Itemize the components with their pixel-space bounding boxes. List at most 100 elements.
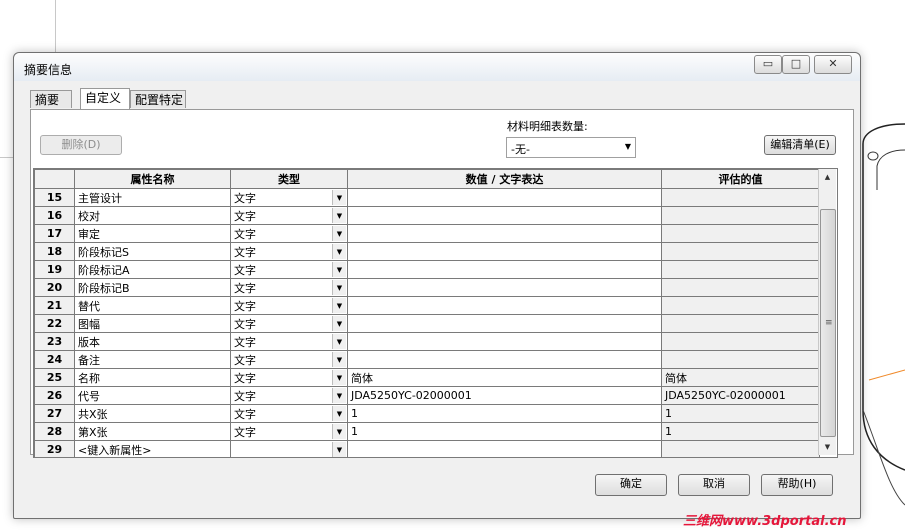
value-expression-cell[interactable]: 简体: [347, 368, 662, 387]
table-row[interactable]: 19 阶段标记A 文字 ▼: [34, 260, 820, 279]
property-name-cell[interactable]: 阶段标记S: [74, 242, 231, 261]
type-cell[interactable]: 文字 ▼: [230, 404, 348, 423]
type-cell[interactable]: 文字 ▼: [230, 278, 348, 297]
value-expression-cell[interactable]: 1: [347, 404, 662, 423]
value-expression-cell[interactable]: [347, 278, 662, 297]
header-type[interactable]: 类型: [230, 169, 348, 189]
chevron-down-icon[interactable]: ▼: [332, 208, 346, 223]
edit-list-button[interactable]: 编辑清单(E): [764, 135, 836, 155]
chevron-down-icon[interactable]: ▼: [332, 352, 346, 367]
type-cell[interactable]: 文字 ▼: [230, 386, 348, 405]
type-cell[interactable]: 文字 ▼: [230, 296, 348, 315]
header-corner[interactable]: [34, 169, 75, 189]
chevron-down-icon[interactable]: ▼: [332, 442, 346, 457]
chevron-down-icon[interactable]: ▼: [332, 226, 346, 241]
scroll-up-arrow-icon[interactable]: ▲: [819, 169, 836, 185]
chevron-down-icon[interactable]: ▼: [332, 424, 346, 439]
bom-quantity-select[interactable]: -无- ▼: [506, 137, 636, 158]
value-expression-cell[interactable]: [347, 224, 662, 243]
table-row[interactable]: 17 审定 文字 ▼: [34, 224, 820, 243]
type-cell[interactable]: 文字 ▼: [230, 242, 348, 261]
table-row[interactable]: 26 代号 文字 ▼ JDA5250YC-02000001 JDA5250YC-02000…: [34, 386, 820, 405]
property-name-cell[interactable]: 备注: [74, 350, 231, 369]
chevron-down-icon[interactable]: ▼: [332, 298, 346, 313]
type-cell[interactable]: 文字 ▼: [230, 422, 348, 441]
bom-quantity-value: -无-: [511, 143, 530, 156]
property-name-cell[interactable]: 校对: [74, 206, 231, 225]
value-expression-cell[interactable]: JDA5250YC-02000001: [347, 386, 662, 405]
table-row[interactable]: 18 阶段标记S 文字 ▼: [34, 242, 820, 261]
row-number-text: 25: [46, 371, 63, 384]
tab-custom[interactable]: 自定义: [80, 88, 130, 109]
close-button[interactable]: ✕: [814, 55, 852, 74]
chevron-down-icon[interactable]: ▼: [332, 406, 346, 421]
chevron-down-icon[interactable]: ▼: [332, 190, 346, 205]
restore-button[interactable]: □: [782, 55, 810, 74]
table-row[interactable]: 29 <键入新属性> ▼: [34, 440, 820, 457]
type-cell[interactable]: 文字 ▼: [230, 260, 348, 279]
property-name-cell[interactable]: 代号: [74, 386, 231, 405]
value-expression-cell[interactable]: [347, 332, 662, 351]
property-name-cell[interactable]: 名称: [74, 368, 231, 387]
chevron-down-icon[interactable]: ▼: [332, 334, 346, 349]
value-expression-cell[interactable]: [347, 260, 662, 279]
property-name-cell[interactable]: 共X张: [74, 404, 231, 423]
scroll-thumb[interactable]: ≡: [820, 209, 836, 437]
table-row[interactable]: 22 图幅 文字 ▼: [34, 314, 820, 333]
scroll-down-arrow-icon[interactable]: ▼: [819, 439, 836, 455]
chevron-down-icon[interactable]: ▼: [332, 262, 346, 277]
type-cell[interactable]: 文字 ▼: [230, 350, 348, 369]
property-name-cell[interactable]: 阶段标记A: [74, 260, 231, 279]
tab-config-specific[interactable]: 配置特定: [130, 90, 186, 108]
property-name-cell[interactable]: 审定: [74, 224, 231, 243]
header-value-expression[interactable]: 数值 / 文字表达: [347, 169, 662, 189]
value-expression-cell[interactable]: [347, 188, 662, 207]
header-property-name[interactable]: 属性名称: [74, 169, 231, 189]
value-expression-cell[interactable]: [347, 242, 662, 261]
property-name-cell[interactable]: 图幅: [74, 314, 231, 333]
ok-button[interactable]: 确定: [595, 474, 667, 496]
type-cell[interactable]: ▼: [230, 440, 348, 457]
property-name-cell-text: 阶段标记A: [78, 263, 130, 277]
table-row[interactable]: 27 共X张 文字 ▼ 1 1: [34, 404, 820, 423]
property-name-cell[interactable]: 阶段标记B: [74, 278, 231, 297]
table-scrollbar[interactable]: ▲ ≡ ▼: [818, 169, 836, 455]
table-row[interactable]: 16 校对 文字 ▼: [34, 206, 820, 225]
value-expression-cell[interactable]: [347, 350, 662, 369]
table-row[interactable]: 28 第X张 文字 ▼ 1 1: [34, 422, 820, 441]
table-row[interactable]: 20 阶段标记B 文字 ▼: [34, 278, 820, 297]
chevron-down-icon[interactable]: ▼: [332, 316, 346, 331]
table-row[interactable]: 21 替代 文字 ▼: [34, 296, 820, 315]
type-cell[interactable]: 文字 ▼: [230, 332, 348, 351]
type-cell[interactable]: 文字 ▼: [230, 314, 348, 333]
property-name-cell[interactable]: 版本: [74, 332, 231, 351]
type-cell[interactable]: 文字 ▼: [230, 368, 348, 387]
table-row[interactable]: 15 主管设计 文字 ▼: [34, 188, 820, 207]
chevron-down-icon[interactable]: ▼: [332, 370, 346, 385]
value-expression-cell[interactable]: [347, 206, 662, 225]
type-cell[interactable]: 文字 ▼: [230, 224, 348, 243]
table-row[interactable]: 23 版本 文字 ▼: [34, 332, 820, 351]
property-name-cell[interactable]: <键入新属性>: [74, 440, 231, 457]
property-name-cell[interactable]: 替代: [74, 296, 231, 315]
header-evaluated-value[interactable]: 评估的值: [661, 169, 820, 189]
tab-summary[interactable]: 摘要: [30, 90, 72, 108]
value-expression-cell[interactable]: [347, 440, 662, 457]
property-name-cell[interactable]: 主管设计: [74, 188, 231, 207]
property-name-cell[interactable]: 第X张: [74, 422, 231, 441]
chevron-down-icon[interactable]: ▼: [332, 280, 346, 295]
minimize-button[interactable]: ▭: [754, 55, 782, 74]
table-row[interactable]: 24 备注 文字 ▼: [34, 350, 820, 369]
value-expression-cell[interactable]: 1: [347, 422, 662, 441]
delete-button[interactable]: 删除(D): [40, 135, 122, 155]
value-expression-cell-text: JDA5250YC-02000001: [351, 389, 472, 402]
chevron-down-icon[interactable]: ▼: [332, 244, 346, 259]
cancel-button[interactable]: 取消: [678, 474, 750, 496]
help-button[interactable]: 帮助(H): [761, 474, 833, 496]
value-expression-cell[interactable]: [347, 314, 662, 333]
type-cell[interactable]: 文字 ▼: [230, 206, 348, 225]
chevron-down-icon[interactable]: ▼: [332, 388, 346, 403]
type-cell[interactable]: 文字 ▼: [230, 188, 348, 207]
table-row[interactable]: 25 名称 文字 ▼ 简体 简体: [34, 368, 820, 387]
value-expression-cell[interactable]: [347, 296, 662, 315]
